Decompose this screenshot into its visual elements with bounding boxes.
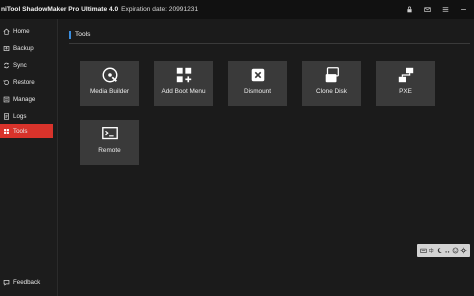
tool-tile-pxe[interactable]: PXE: [376, 61, 435, 106]
remote-icon: [101, 125, 119, 143]
sidebar-item-logs[interactable]: Logs: [0, 109, 53, 123]
sidebar-item-feedback[interactable]: Feedback: [0, 275, 53, 289]
app-title: niTool ShadowMaker Pro Ultimate 4.0: [1, 6, 119, 13]
sidebar-item-sync[interactable]: Sync: [0, 58, 53, 72]
sidebar-item-label: Sync: [13, 61, 27, 69]
sidebar-item-label: Backup: [13, 44, 34, 52]
feedback-icon: [2, 278, 11, 287]
keyboard-icon[interactable]: [420, 247, 428, 254]
media-builder-icon: [101, 66, 119, 84]
sidebar-item-label: Home: [13, 27, 30, 35]
sidebar: Home Backup Sync Restore Manage Logs Too…: [0, 19, 58, 296]
punctuation-icon[interactable]: [444, 247, 451, 254]
backup-icon: [2, 44, 11, 53]
main-content: Tools Media Builder Add Boot Menu Dismou…: [59, 19, 474, 296]
pxe-icon: [397, 66, 415, 84]
system-tray-toolbar: 中: [417, 244, 470, 257]
tool-label: Clone Disk: [316, 88, 347, 95]
tool-tile-add-boot-menu[interactable]: Add Boot Menu: [154, 61, 213, 106]
page-title: Tools: [75, 31, 91, 38]
sidebar-item-label: Logs: [13, 112, 27, 120]
tool-label: Media Builder: [89, 88, 130, 95]
clone-disk-icon: [323, 66, 341, 84]
settings-icon[interactable]: [460, 247, 467, 254]
tool-tile-dismount[interactable]: Dismount: [228, 61, 287, 106]
sidebar-item-restore[interactable]: Restore: [0, 75, 53, 89]
sidebar-item-manage[interactable]: Manage: [0, 92, 53, 106]
expiration-date: Expiration date: 20991231: [121, 6, 199, 13]
mail-icon[interactable]: [423, 5, 432, 14]
sidebar-item-tools[interactable]: Tools: [0, 124, 53, 138]
sidebar-item-label: Feedback: [13, 278, 41, 286]
sidebar-item-label: Manage: [13, 95, 36, 103]
lock-icon[interactable]: [405, 5, 414, 14]
tool-tile-remote[interactable]: Remote: [80, 120, 139, 165]
restore-icon: [2, 78, 11, 87]
section-accent-bar: [69, 30, 71, 39]
tool-label: Add Boot Menu: [161, 88, 206, 95]
tool-tile-media-builder[interactable]: Media Builder: [80, 61, 139, 106]
sidebar-item-backup[interactable]: Backup: [0, 41, 53, 55]
window-controls: [405, 0, 468, 19]
sync-icon: [2, 61, 11, 70]
sidebar-item-label: Restore: [13, 78, 35, 86]
language-icon[interactable]: 中: [428, 247, 435, 254]
tool-label: Remote: [98, 147, 121, 154]
emoji-icon[interactable]: [452, 247, 459, 254]
dismount-icon: [249, 66, 267, 84]
home-icon: [2, 27, 11, 36]
tool-tile-clone-disk[interactable]: Clone Disk: [302, 61, 361, 106]
manage-icon: [2, 95, 11, 104]
menu-icon[interactable]: [441, 5, 450, 14]
moon-icon[interactable]: [436, 247, 443, 254]
tool-label: Dismount: [244, 88, 271, 95]
tool-label: PXE: [399, 88, 412, 95]
sidebar-item-home[interactable]: Home: [0, 24, 53, 38]
logs-icon: [2, 112, 11, 121]
minimize-icon[interactable]: [459, 5, 468, 14]
sidebar-item-label: Tools: [13, 127, 28, 135]
title-bar: niTool ShadowMaker Pro Ultimate 4.0 Expi…: [0, 0, 474, 19]
tools-icon: [2, 127, 11, 136]
section-header: Tools: [69, 30, 90, 39]
add-boot-menu-icon: [175, 66, 193, 84]
svg-text:中: 中: [429, 248, 434, 254]
divider: [69, 43, 470, 44]
